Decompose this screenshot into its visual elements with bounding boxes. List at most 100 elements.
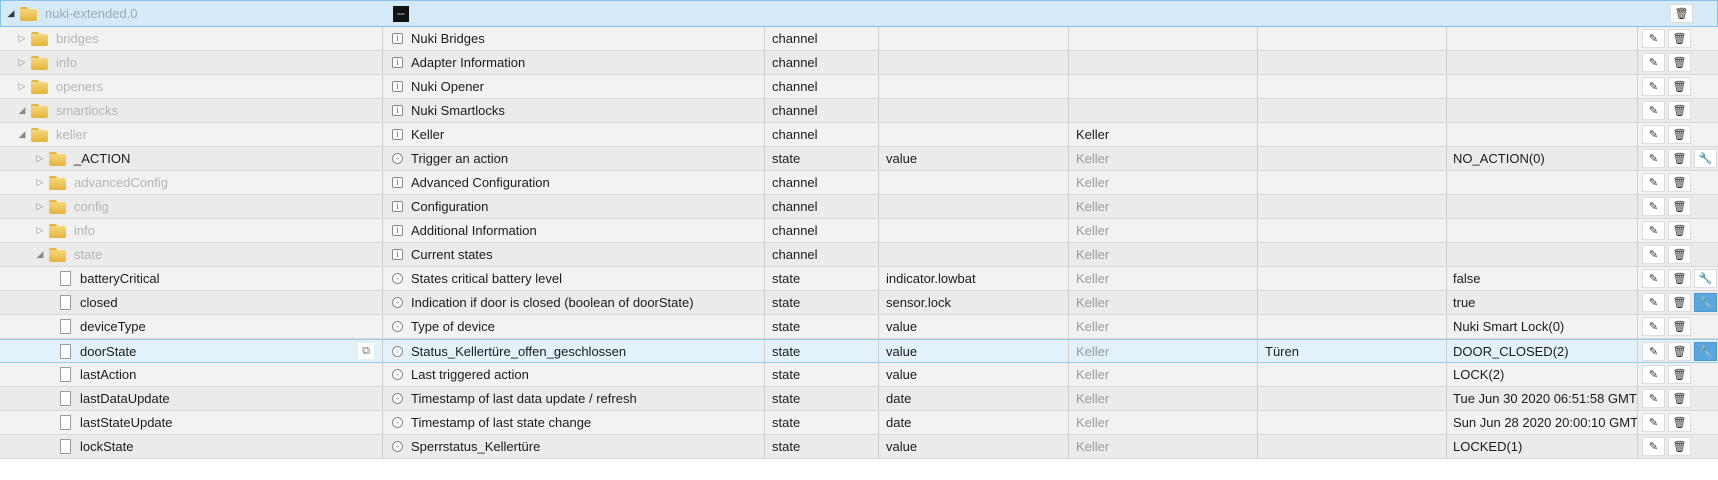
room-cell[interactable]: [1070, 27, 1258, 50]
edit-button[interactable]: ✎: [1642, 293, 1665, 312]
function-cell[interactable]: [1259, 411, 1447, 434]
delete-button[interactable]: 🗑: [1670, 4, 1693, 23]
name-cell[interactable]: i Current states: [384, 243, 765, 266]
table-row[interactable]: ▷ bridges i Nuki Bridges channel ✎ 🗑: [0, 27, 1718, 51]
delete-button[interactable]: 🗑: [1668, 221, 1691, 240]
role-cell[interactable]: indicator.lowbat: [880, 267, 1069, 290]
delete-button[interactable]: 🗑: [1668, 149, 1691, 168]
delete-button[interactable]: 🗑: [1668, 317, 1691, 336]
name-cell[interactable]: i Advanced Configuration: [384, 171, 765, 194]
edit-button[interactable]: ✎: [1642, 245, 1665, 264]
function-cell[interactable]: [1259, 171, 1447, 194]
copy-icon[interactable]: ⧉: [358, 343, 374, 359]
custom-settings-button[interactable]: 🔧: [1694, 293, 1717, 312]
edit-button[interactable]: ✎: [1642, 365, 1665, 384]
name-cell[interactable]: ◦ Indication if door is closed (boolean o…: [384, 291, 765, 314]
room-cell[interactable]: [1070, 51, 1258, 74]
expand-toggle-icon[interactable]: ◢: [34, 249, 46, 260]
delete-button[interactable]: 🗑: [1668, 173, 1691, 192]
expand-toggle-icon[interactable]: ▷: [34, 153, 46, 164]
table-row[interactable]: closed ◦ Indication if door is closed (bo…: [0, 291, 1718, 315]
edit-button[interactable]: ✎: [1642, 53, 1665, 72]
value-cell[interactable]: [1448, 51, 1638, 74]
function-cell[interactable]: [1259, 147, 1447, 170]
name-cell[interactable]: i Nuki Bridges: [384, 27, 765, 50]
edit-button[interactable]: ✎: [1642, 101, 1665, 120]
function-cell[interactable]: [1259, 267, 1447, 290]
expand-toggle-icon[interactable]: ▷: [16, 81, 28, 92]
role-cell[interactable]: [880, 171, 1069, 194]
room-cell[interactable]: Keller: [1070, 435, 1258, 458]
value-cell[interactable]: Tue Jun 30 2020 06:51:58 GMT: [1448, 387, 1638, 410]
delete-button[interactable]: 🗑: [1668, 269, 1691, 288]
function-cell[interactable]: [1259, 27, 1447, 50]
edit-button[interactable]: ✎: [1642, 413, 1665, 432]
room-cell[interactable]: Keller: [1070, 363, 1258, 386]
edit-button[interactable]: ✎: [1642, 389, 1665, 408]
edit-button[interactable]: ✎: [1642, 437, 1665, 456]
table-row[interactable]: ▷ _ACTION ◦ Trigger an action state value …: [0, 147, 1718, 171]
room-cell[interactable]: Keller: [1070, 411, 1258, 434]
delete-button[interactable]: 🗑: [1668, 53, 1691, 72]
name-cell[interactable]: ◦ Type of device: [384, 315, 765, 338]
name-cell[interactable]: ◦ Last triggered action: [384, 363, 765, 386]
room-cell[interactable]: Keller: [1070, 291, 1258, 314]
delete-button[interactable]: 🗑: [1668, 365, 1691, 384]
function-cell[interactable]: [1259, 243, 1447, 266]
name-cell[interactable]: ◦ States critical battery level: [384, 267, 765, 290]
edit-button[interactable]: ✎: [1642, 269, 1665, 288]
table-row[interactable]: lockState ◦ Sperrstatus_Kellertüre state …: [0, 435, 1718, 459]
value-cell[interactable]: Sun Jun 28 2020 20:00:10 GMT: [1448, 411, 1638, 434]
name-cell[interactable]: ◦ Sperrstatus_Kellertüre: [384, 435, 765, 458]
edit-button[interactable]: ✎: [1642, 29, 1665, 48]
table-row[interactable]: batteryCritical ◦ States critical battery…: [0, 267, 1718, 291]
name-cell[interactable]: i Additional Information: [384, 219, 765, 242]
room-cell[interactable]: Keller: [1070, 195, 1258, 218]
edit-button[interactable]: ✎: [1642, 197, 1665, 216]
table-row[interactable]: lastStateUpdate ◦ Timestamp of last state…: [0, 411, 1718, 435]
room-cell[interactable]: Keller: [1070, 267, 1258, 290]
value-cell[interactable]: [1448, 243, 1638, 266]
value-cell[interactable]: LOCK(2): [1448, 363, 1638, 386]
room-cell[interactable]: Keller: [1070, 219, 1258, 242]
role-cell[interactable]: value: [880, 363, 1069, 386]
role-cell[interactable]: value: [880, 435, 1069, 458]
edit-button[interactable]: ✎: [1642, 77, 1665, 96]
value-cell[interactable]: [1448, 195, 1638, 218]
value-cell[interactable]: [1448, 219, 1638, 242]
value-cell[interactable]: [1448, 75, 1638, 98]
name-cell[interactable]: i Keller: [384, 123, 765, 146]
name-cell[interactable]: ◦ Timestamp of last state change: [384, 411, 765, 434]
value-cell[interactable]: [1448, 27, 1638, 50]
function-cell[interactable]: [1259, 195, 1447, 218]
function-cell[interactable]: [1259, 387, 1447, 410]
role-cell[interactable]: [880, 243, 1069, 266]
table-row[interactable]: ◢ smartlocks i Nuki Smartlocks channel ✎ 🗑: [0, 99, 1718, 123]
function-cell[interactable]: [1259, 363, 1447, 386]
function-cell[interactable]: [1259, 291, 1447, 314]
room-cell[interactable]: Keller: [1070, 171, 1258, 194]
edit-button[interactable]: ✎: [1642, 149, 1665, 168]
edit-button[interactable]: ✎: [1642, 221, 1665, 240]
name-cell[interactable]: i Configuration: [384, 195, 765, 218]
expand-toggle-icon[interactable]: ▷: [16, 33, 28, 44]
table-row[interactable]: ◢ keller i Keller channel Keller ✎ 🗑: [0, 123, 1718, 147]
role-cell[interactable]: date: [880, 387, 1069, 410]
delete-button[interactable]: 🗑: [1668, 101, 1691, 120]
name-cell[interactable]: i Adapter Information: [384, 51, 765, 74]
function-cell[interactable]: [1259, 315, 1447, 338]
name-cell[interactable]: ◦ Trigger an action: [384, 147, 765, 170]
table-row[interactable]: ▷ advancedConfig i Advanced Configuration …: [0, 171, 1718, 195]
value-cell[interactable]: [1448, 171, 1638, 194]
expand-toggle-icon[interactable]: ◢: [16, 105, 28, 116]
expand-toggle-icon[interactable]: ▷: [34, 201, 46, 212]
role-cell[interactable]: [880, 99, 1069, 122]
function-cell[interactable]: [1259, 123, 1447, 146]
role-cell[interactable]: [880, 123, 1069, 146]
table-row[interactable]: lastDataUpdate ◦ Timestamp of last data u…: [0, 387, 1718, 411]
expand-toggle-icon[interactable]: ▷: [34, 177, 46, 188]
value-cell[interactable]: NO_ACTION(0): [1448, 147, 1638, 170]
role-cell[interactable]: sensor.lock: [880, 291, 1069, 314]
name-cell[interactable]: ◦ Status_Kellertüre_offen_geschlossen: [384, 340, 765, 362]
role-cell[interactable]: value: [880, 340, 1069, 362]
